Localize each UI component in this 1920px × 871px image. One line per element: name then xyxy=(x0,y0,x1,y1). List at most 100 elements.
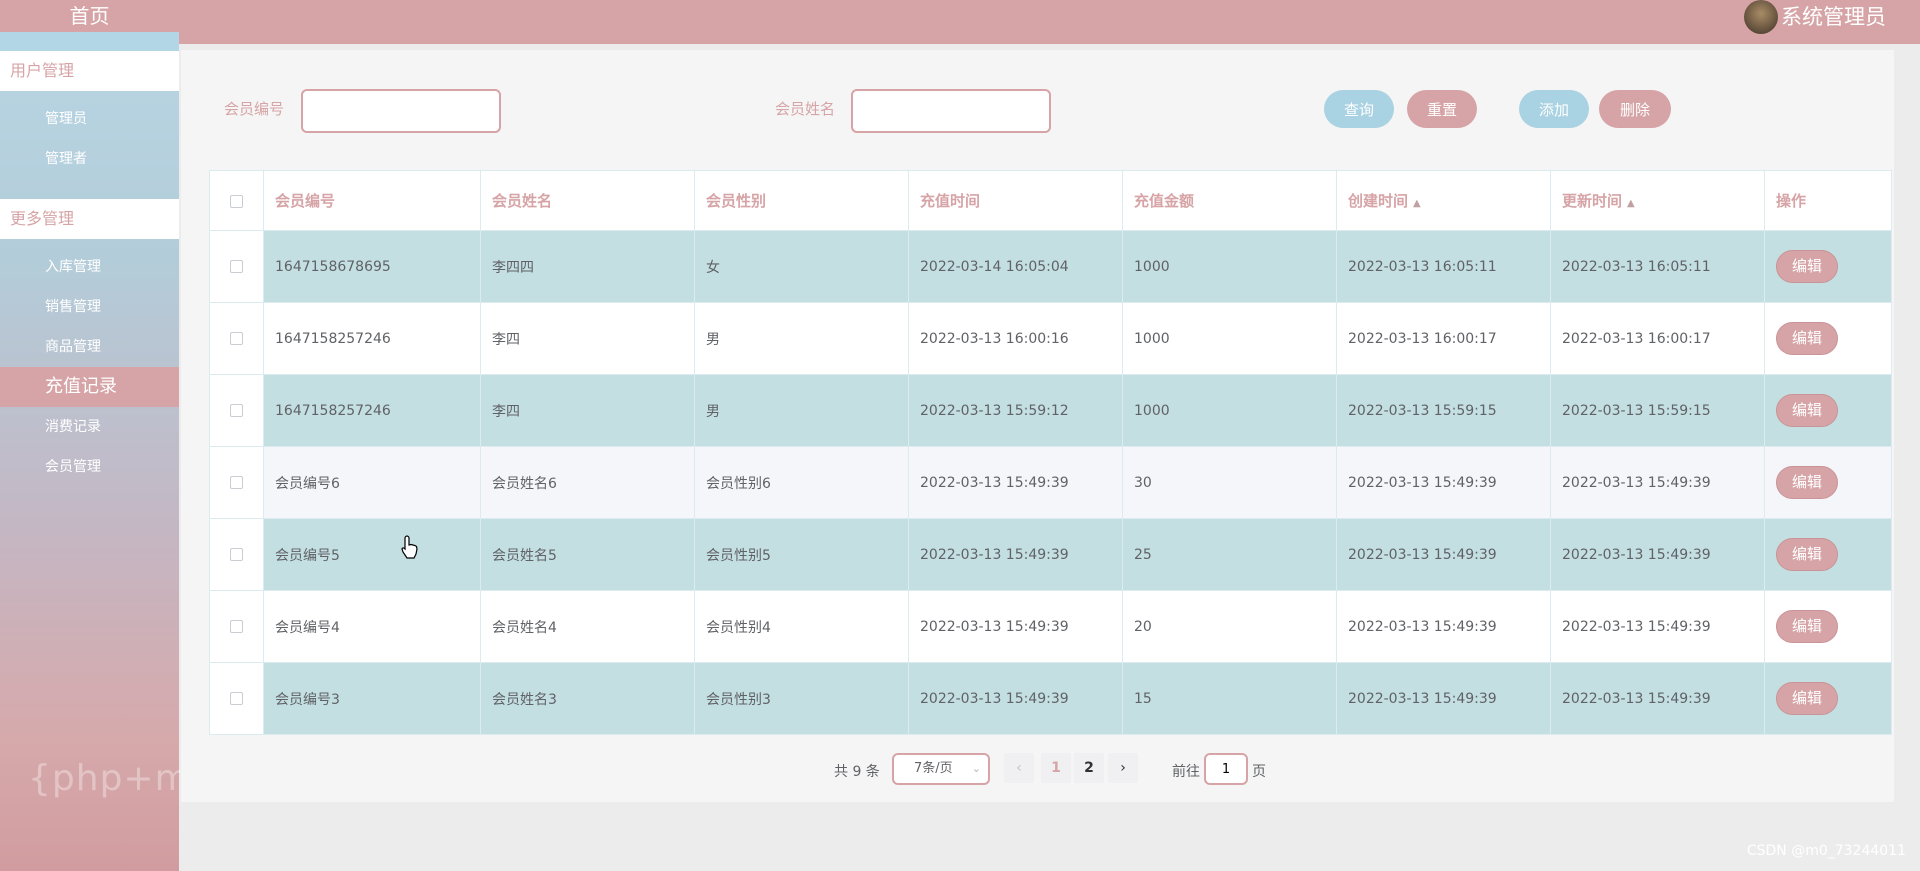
column-header-updated-time[interactable]: 更新时间 ▲︎ xyxy=(1550,170,1765,231)
table-row[interactable]: 会员编号6 会员姓名6 会员性别6 2022-03-13 15:49:39 30 2022… xyxy=(209,446,1892,519)
sidebar-item-consumption-records[interactable]: 消费记录 xyxy=(0,407,179,447)
sidebar-home-link[interactable]: 首页 xyxy=(0,0,179,32)
member-no-label: 会员编号 xyxy=(224,100,285,118)
column-header-created-time[interactable]: 创建时间 ▲︎ xyxy=(1336,170,1551,231)
actions-cell: 编辑 xyxy=(1764,518,1892,591)
actions-cell: 编辑 xyxy=(1764,302,1892,375)
updated-time-cell: 2022-03-13 15:49:39 xyxy=(1550,446,1765,519)
page-size-value: 7条/页 xyxy=(914,761,953,776)
created-time-cell: 2022-03-13 15:49:39 xyxy=(1336,446,1551,519)
member-gender-cell: 男 xyxy=(694,302,909,375)
updated-time-cell: 2022-03-13 15:59:15 xyxy=(1550,374,1765,447)
edit-button[interactable]: 编辑 xyxy=(1776,682,1838,715)
column-header-member-name: 会员姓名 xyxy=(480,170,695,231)
actions-cell: 编辑 xyxy=(1764,230,1892,303)
member-no-cell: 1647158257246 xyxy=(263,374,481,447)
page-jump-input[interactable] xyxy=(1204,753,1248,785)
member-name-cell: 李四 xyxy=(480,302,695,375)
recharge-amount-cell: 1000 xyxy=(1122,374,1337,447)
chevron-down-icon: ⌄ xyxy=(971,762,981,775)
avatar[interactable] xyxy=(1744,0,1778,34)
row-checkbox[interactable] xyxy=(230,476,243,489)
member-gender-cell: 会员性别3 xyxy=(694,662,909,735)
sidebar-item-admin[interactable]: 管理员 xyxy=(0,99,179,139)
member-gender-cell: 女 xyxy=(694,230,909,303)
member-no-input[interactable] xyxy=(301,89,501,133)
recharge-amount-cell: 1000 xyxy=(1122,230,1337,303)
table-row[interactable]: 1647158678695 李四四女 2022-03-14 16:05:04 1000… xyxy=(209,230,1892,303)
next-page-button[interactable]: › xyxy=(1108,753,1138,783)
table-row[interactable]: 1647158257246 李四男 2022-03-13 16:00:16 1000 2… xyxy=(209,302,1892,375)
edit-button[interactable]: 编辑 xyxy=(1776,322,1838,355)
actions-cell: 编辑 xyxy=(1764,662,1892,735)
member-no-cell: 会员编号4 xyxy=(263,590,481,663)
footer-credit: CSDN @m0_73244011 xyxy=(1746,843,1906,859)
sidebar-item-sales[interactable]: 销售管理 xyxy=(0,287,179,327)
member-name-cell: 会员姓名5 xyxy=(480,518,695,591)
created-time-cell: 2022-03-13 16:00:17 xyxy=(1336,302,1551,375)
delete-button[interactable]: 删除 xyxy=(1599,90,1671,128)
member-gender-cell: 男 xyxy=(694,374,909,447)
page-suffix-label: 页 xyxy=(1252,764,1266,780)
add-button[interactable]: 添加 xyxy=(1519,90,1589,128)
top-bar: 系统管理员 xyxy=(179,0,1920,44)
row-checkbox[interactable] xyxy=(230,692,243,705)
sidebar-group-user-management[interactable]: 用户管理 xyxy=(0,51,179,91)
recharge-amount-cell: 20 xyxy=(1122,590,1337,663)
member-no-cell: 会员编号3 xyxy=(263,662,481,735)
table-row[interactable]: 会员编号5 会员姓名5 会员性别5 2022-03-13 15:49:39 25 2022… xyxy=(209,518,1892,591)
updated-time-cell: 2022-03-13 15:49:39 xyxy=(1550,662,1765,735)
created-time-cell: 2022-03-13 15:59:15 xyxy=(1336,374,1551,447)
sidebar: 首页 用户管理 管理员 管理者 更多管理 入库管理 销售管理 商品管理 充值记录… xyxy=(0,0,290,871)
prev-page-button[interactable]: ‹ xyxy=(1004,753,1034,783)
pagination: 共 9 条 7条/页 ⌄ ‹ 1 2 › 前往 页 xyxy=(181,753,1894,787)
sort-icon[interactable]: ▲︎ xyxy=(1413,198,1421,209)
table-row[interactable]: 会员编号3 会员姓名3 会员性别3 2022-03-13 15:49:39 15 2022… xyxy=(209,662,1892,735)
edit-button[interactable]: 编辑 xyxy=(1776,250,1838,283)
row-checkbox[interactable] xyxy=(230,548,243,561)
sidebar-item-recharge-records[interactable]: 充值记录 xyxy=(0,367,179,407)
row-checkbox[interactable] xyxy=(230,404,243,417)
page-1-button[interactable]: 1 xyxy=(1041,753,1071,783)
member-name-input[interactable] xyxy=(851,89,1051,133)
sidebar-item-members[interactable]: 会员管理 xyxy=(0,447,179,487)
user-name[interactable]: 系统管理员 xyxy=(1781,2,1886,32)
total-count: 共 9 条 xyxy=(834,764,880,780)
row-checkbox[interactable] xyxy=(230,260,243,273)
member-name-cell: 李四 xyxy=(480,374,695,447)
row-select-cell xyxy=(209,446,264,519)
row-checkbox[interactable] xyxy=(230,620,243,633)
sort-icon[interactable]: ▲︎ xyxy=(1627,198,1635,209)
edit-button[interactable]: 编辑 xyxy=(1776,610,1838,643)
created-time-cell: 2022-03-13 15:49:39 xyxy=(1336,662,1551,735)
edit-button[interactable]: 编辑 xyxy=(1776,466,1838,499)
sidebar-group-more-management[interactable]: 更多管理 xyxy=(0,199,179,239)
member-no-cell: 1647158257246 xyxy=(263,302,481,375)
select-all-checkbox[interactable] xyxy=(230,194,243,208)
sidebar-item-stock-in[interactable]: 入库管理 xyxy=(0,247,179,287)
main-panel: 会员编号 会员姓名 查询 重置 添加 删除 会员编号 会员姓名 会员性别 充值时… xyxy=(181,50,1894,802)
member-no-cell: 1647158678695 xyxy=(263,230,481,303)
table-header-row: 会员编号 会员姓名 会员性别 充值时间 充值金额 创建时间 ▲︎ 更新时间 ▲︎ 操… xyxy=(209,170,1892,231)
recharge-time-cell: 2022-03-13 16:00:16 xyxy=(908,302,1123,375)
goto-label: 前往 xyxy=(1172,764,1200,780)
page-size-select[interactable]: 7条/页 ⌄ xyxy=(892,753,990,785)
member-gender-cell: 会员性别4 xyxy=(694,590,909,663)
row-select-cell xyxy=(209,374,264,447)
row-checkbox[interactable] xyxy=(230,332,243,345)
page-2-button[interactable]: 2 xyxy=(1074,753,1104,783)
sidebar-divider xyxy=(0,32,179,51)
member-name-label: 会员姓名 xyxy=(775,100,836,118)
table-row[interactable]: 1647158257246 李四男 2022-03-13 15:59:12 1000 2… xyxy=(209,374,1892,447)
sidebar-item-products[interactable]: 商品管理 xyxy=(0,327,179,367)
table-row[interactable]: 会员编号4 会员姓名4 会员性别4 2022-03-13 15:49:39 20 2022… xyxy=(209,590,1892,663)
recharge-amount-cell: 25 xyxy=(1122,518,1337,591)
sidebar-item-manager[interactable]: 管理者 xyxy=(0,139,179,179)
edit-button[interactable]: 编辑 xyxy=(1776,394,1838,427)
member-gender-cell: 会员性别5 xyxy=(694,518,909,591)
edit-button[interactable]: 编辑 xyxy=(1776,538,1838,571)
reset-button[interactable]: 重置 xyxy=(1407,90,1477,128)
created-time-cell: 2022-03-13 15:49:39 xyxy=(1336,590,1551,663)
recharge-time-cell: 2022-03-14 16:05:04 xyxy=(908,230,1123,303)
query-button[interactable]: 查询 xyxy=(1324,90,1394,128)
